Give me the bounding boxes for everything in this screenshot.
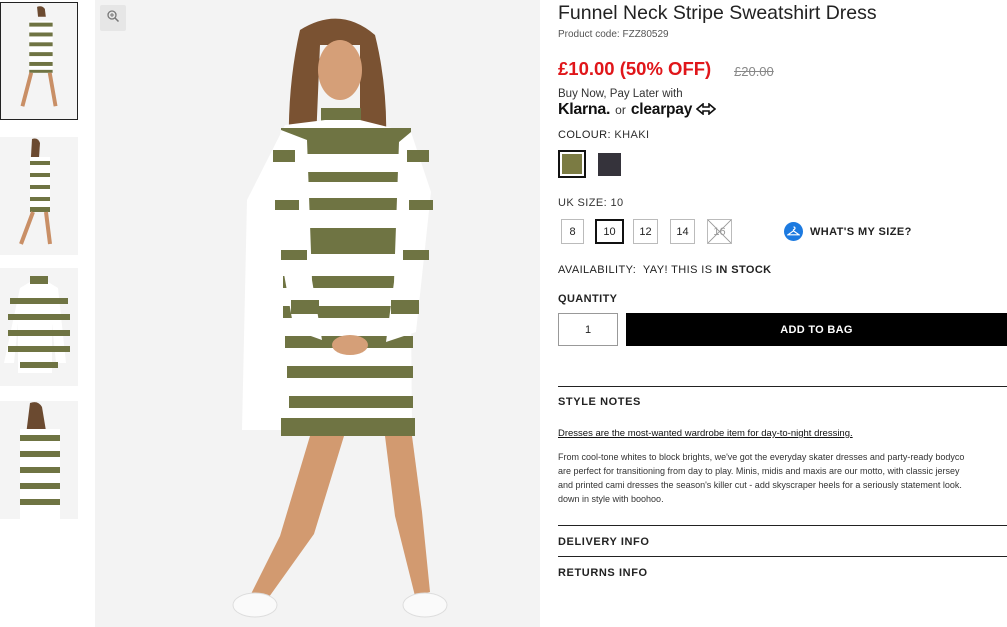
clearpay-text: clearpay [630,101,693,118]
style-notes-line: From cool-tone whites to block brights, … [558,452,965,462]
style-notes-line: are perfect for transitioning from day t… [558,466,960,476]
hanger-icon [784,222,803,241]
availability-status: IN STOCK [715,264,772,276]
payment-options: Klarna. or clearpay [558,101,717,119]
original-price: £20.00 [734,64,774,79]
product-title: Funnel Neck Stripe Sweatshirt Dress [558,2,877,24]
colour-value: KHAKI [614,129,650,141]
size-option-10[interactable]: 10 [595,219,624,244]
payment-or: or [615,103,626,117]
out-of-stock-cross-icon [708,220,731,243]
zoom-in-icon [106,9,120,28]
availability-label: AVAILABILITY: [558,264,637,276]
thumbnail-2[interactable] [0,137,78,255]
thumbnail-4[interactable] [0,401,78,519]
quantity-input[interactable] [558,313,618,346]
delivery-info-heading[interactable]: DELIVERY INFO [558,536,650,548]
style-notes-body: From cool-tone whites to block brights, … [558,450,1007,506]
sale-price: £10.00 (50% OFF) [558,58,712,79]
colour-swatch-khaki[interactable] [558,150,586,178]
bnpl-intro: Buy Now, Pay Later with [558,88,683,100]
size-label-text: UK SIZE: [558,197,608,209]
size-option-12[interactable]: 12 [633,219,658,244]
size-option-14[interactable]: 14 [670,219,695,244]
style-notes-line: down in style with boohoo. [558,494,664,504]
colour-swatch-dark[interactable] [598,153,621,176]
product-code: Product code: FZZ80529 [558,29,669,40]
whats-my-size-link[interactable]: WHAT'S MY SIZE? [784,222,912,241]
returns-info-heading[interactable]: RETURNS INFO [558,567,648,579]
add-to-bag-button[interactable]: ADD TO BAG [626,313,1007,346]
clearpay-logo[interactable]: clearpay [630,101,717,119]
colour-label-text: COLOUR: [558,129,611,141]
style-notes-line: and printed cami dresses the season's ki… [558,480,962,490]
thumbnail-1[interactable] [0,2,78,120]
divider [558,386,1007,387]
size-option-8[interactable]: 8 [561,219,584,244]
style-notes-lead: Dresses are the most-wanted wardrobe ite… [558,428,853,439]
divider [558,525,1007,526]
availability-text: YAY! THIS IS [642,264,713,276]
availability: AVAILABILITY: YAY! THIS IS IN STOCK [558,264,772,276]
quantity-label: QUANTITY [558,293,618,305]
colour-label: COLOUR: KHAKI [558,129,649,141]
size-option-16[interactable]: 16 [707,219,732,244]
klarna-logo[interactable]: Klarna. [558,101,610,119]
zoom-button[interactable] [100,5,126,31]
main-product-image[interactable] [95,0,540,627]
thumbnail-3[interactable] [0,268,78,386]
size-value: 10 [610,197,624,209]
style-notes-heading[interactable]: STYLE NOTES [558,396,641,408]
clearpay-arrow-icon [696,102,717,116]
divider [558,556,1007,557]
size-label: UK SIZE: 10 [558,197,624,209]
whats-my-size-label: WHAT'S MY SIZE? [810,225,912,238]
